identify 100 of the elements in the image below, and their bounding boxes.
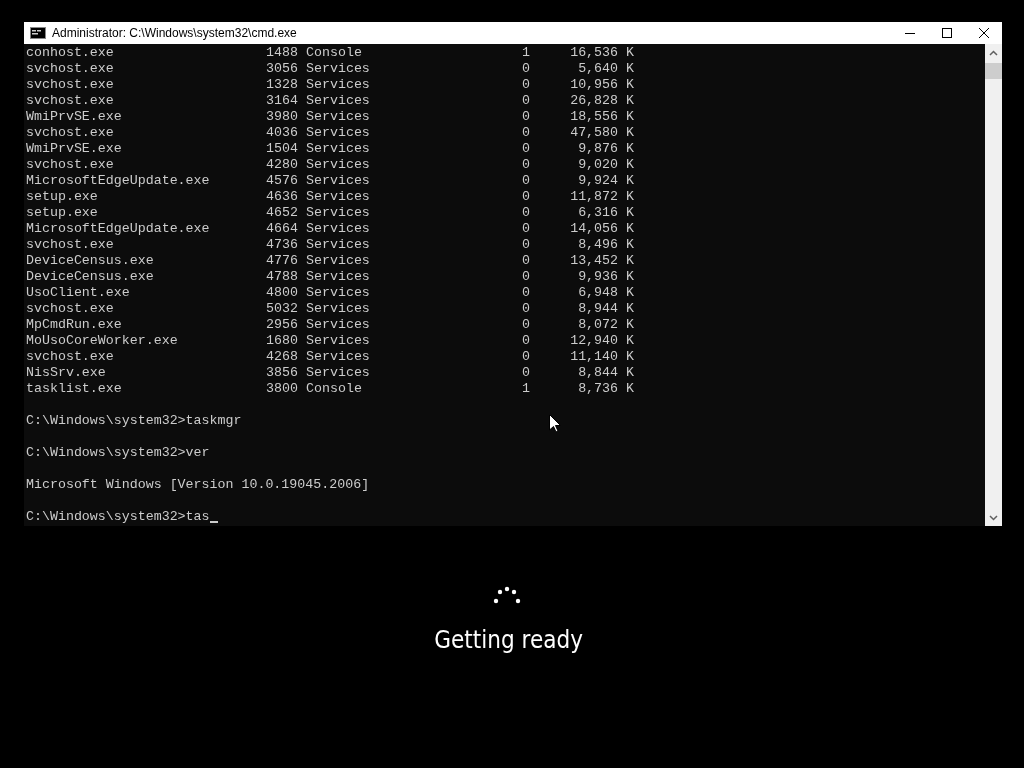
table-cell: 0 <box>522 125 530 141</box>
mouse-pointer-icon <box>549 414 561 433</box>
table-cell: 0 <box>522 173 530 189</box>
console-line: Microsoft Windows [Version 10.0.19045.2006] <box>26 477 370 493</box>
table-cell-text: setup.exe <box>26 205 99 221</box>
window-title: Administrator: C:\Windows\system32\cmd.exe <box>52 26 297 40</box>
scroll-up-icon[interactable] <box>989 50 998 56</box>
table-cell: 5032 <box>266 301 298 317</box>
table-cell-text: Services <box>306 349 371 365</box>
table-cell: 1 <box>522 381 530 397</box>
table-cell-text: 9,876 K <box>577 141 634 157</box>
table-cell-text: 9,936 K <box>577 269 634 285</box>
table-cell-text: Services <box>306 301 371 317</box>
table-cell: 0 <box>522 189 530 205</box>
table-cell-text: svchost.exe <box>26 237 115 253</box>
scroll-thumb[interactable] <box>985 63 1002 79</box>
table-cell-text: 26,828 K <box>569 93 634 109</box>
table-cell-text: Services <box>306 125 371 141</box>
table-cell: 3800 <box>266 381 298 397</box>
table-cell-text: Services <box>306 237 371 253</box>
table-cell-text: WmiPrvSE.exe <box>26 109 123 125</box>
table-cell-text: 9,924 K <box>577 173 634 189</box>
console-line: C:\Windows\system32>taskmgr <box>26 413 242 429</box>
table-cell: 4268 <box>266 349 298 365</box>
table-cell-text: DeviceCensus.exe <box>26 269 155 285</box>
table-cell: 0 <box>522 205 530 221</box>
table-cell: 0 <box>522 285 530 301</box>
table-cell-text: svchost.exe <box>26 157 115 173</box>
table-cell: 4736 <box>266 237 298 253</box>
table-cell-text: Services <box>306 253 371 269</box>
table-cell-text: Services <box>306 77 371 93</box>
table-cell-text: Services <box>306 221 371 237</box>
table-cell-text: svchost.exe <box>26 125 115 141</box>
table-cell-text: UsoClient.exe <box>26 285 131 301</box>
table-cell-text: Services <box>306 61 371 77</box>
table-cell: 4636 <box>266 189 298 205</box>
table-cell: 0 <box>522 109 530 125</box>
table-cell-text: Console <box>306 45 363 61</box>
table-cell: 3980 <box>266 109 298 125</box>
table-cell-text: 13,452 K <box>569 253 634 269</box>
scroll-down-icon[interactable] <box>989 515 998 521</box>
table-cell: 1328 <box>266 77 298 93</box>
table-cell: 4280 <box>266 157 298 173</box>
table-cell-text: setup.exe <box>26 189 99 205</box>
table-cell: 0 <box>522 365 530 381</box>
table-cell-text: MpCmdRun.exe <box>26 317 123 333</box>
table-cell: 0 <box>522 269 530 285</box>
table-cell-text: 11,140 K <box>569 349 634 365</box>
table-cell-text: 6,316 K <box>577 205 634 221</box>
table-cell-text: Services <box>306 317 371 333</box>
table-cell: 0 <box>522 141 530 157</box>
table-cell-text: 47,580 K <box>569 125 634 141</box>
table-cell: 4788 <box>266 269 298 285</box>
table-cell: 0 <box>522 349 530 365</box>
table-cell: 0 <box>522 77 530 93</box>
table-cell-text: Services <box>306 189 371 205</box>
table-cell: 0 <box>522 301 530 317</box>
table-cell: 1 <box>522 45 530 61</box>
table-cell: 0 <box>522 221 530 237</box>
table-cell: 0 <box>522 61 530 77</box>
table-cell-text: Services <box>306 93 371 109</box>
table-cell: 0 <box>522 237 530 253</box>
terminal-icon <box>30 27 46 39</box>
table-cell-text: MicrosoftEdgeUpdate.exe <box>26 173 211 189</box>
table-cell: 4776 <box>266 253 298 269</box>
table-cell: 1680 <box>266 333 298 349</box>
table-cell: 4576 <box>266 173 298 189</box>
table-cell: 2956 <box>266 317 298 333</box>
table-cell-text: WmiPrvSE.exe <box>26 141 123 157</box>
table-cell-text: Services <box>306 141 371 157</box>
table-cell-text: svchost.exe <box>26 93 115 109</box>
table-cell-text: 8,072 K <box>577 317 634 333</box>
table-cell-text: DeviceCensus.exe <box>26 253 155 269</box>
scrollbar[interactable] <box>985 44 1002 526</box>
table-cell: 4036 <box>266 125 298 141</box>
table-cell: 3164 <box>266 93 298 109</box>
table-cell-text: 18,556 K <box>569 109 634 125</box>
table-cell-text: 10,956 K <box>569 77 634 93</box>
table-cell-text: Console <box>306 381 363 397</box>
table-cell-text: Services <box>306 269 371 285</box>
console-line: C:\Windows\system32>tas <box>26 509 210 525</box>
table-cell: 4652 <box>266 205 298 221</box>
table-cell: 3056 <box>266 61 298 77</box>
table-cell-text: Services <box>306 157 371 173</box>
table-cell: 0 <box>522 317 530 333</box>
table-cell-text: 12,940 K <box>569 333 634 349</box>
table-cell-text: 8,496 K <box>577 237 634 253</box>
table-cell-text: 6,948 K <box>577 285 634 301</box>
table-cell-text: Services <box>306 285 371 301</box>
table-cell-text: NisSrv.exe <box>26 365 107 381</box>
table-cell-text: Services <box>306 205 371 221</box>
spinner-icon <box>492 586 522 604</box>
table-cell-text: Services <box>306 109 371 125</box>
table-cell: 4664 <box>266 221 298 237</box>
table-cell: 1488 <box>266 45 298 61</box>
table-cell-text: MicrosoftEdgeUpdate.exe <box>26 221 211 237</box>
table-cell-text: 8,944 K <box>577 301 634 317</box>
table-cell-text: Services <box>306 365 371 381</box>
table-cell-text: Services <box>306 333 371 349</box>
table-cell: 1504 <box>266 141 298 157</box>
